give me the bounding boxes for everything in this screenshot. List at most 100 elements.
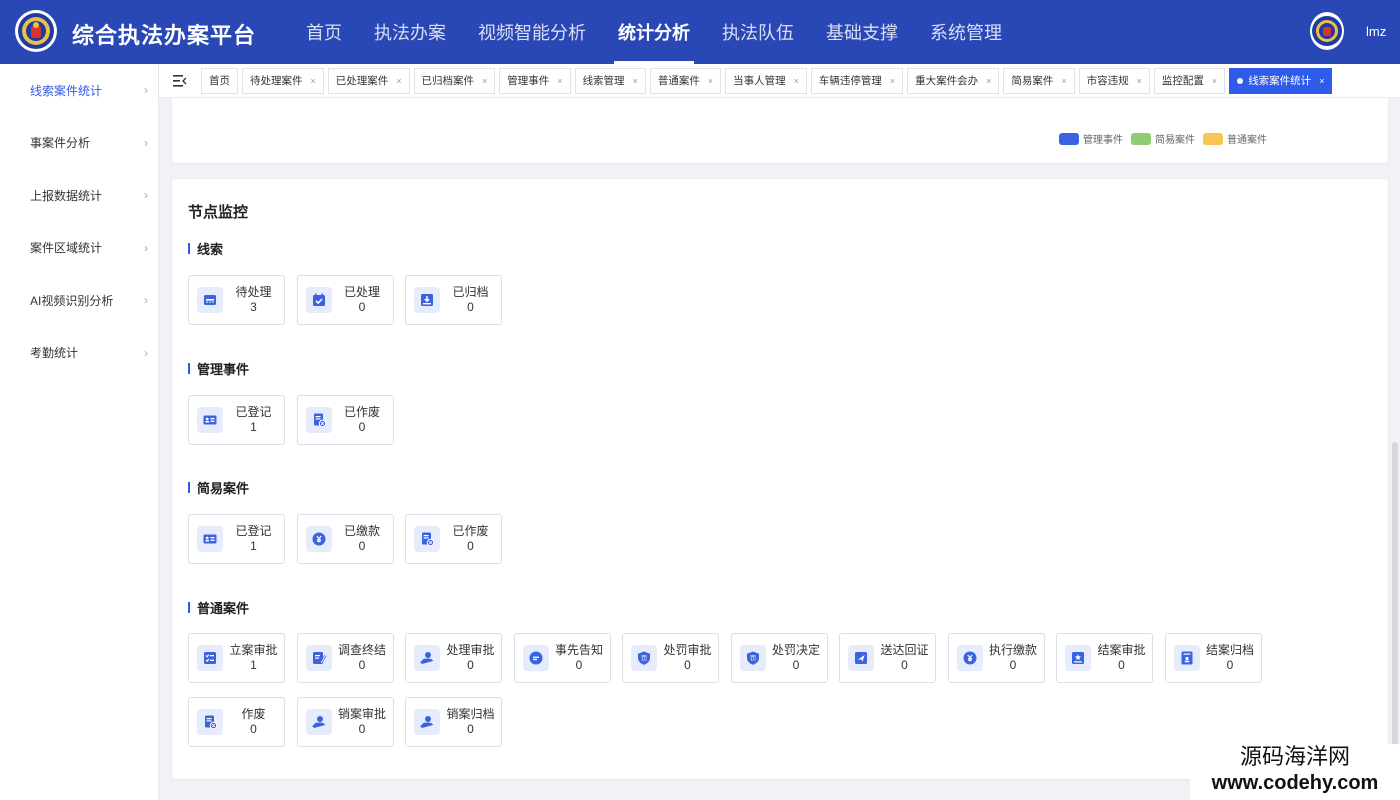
stat-value: 0 (467, 658, 474, 672)
close-icon[interactable]: × (890, 76, 895, 86)
stat-label: 作废 (241, 707, 266, 721)
active-dot-icon (1237, 77, 1244, 84)
legend-item[interactable]: 简易案件 (1131, 131, 1195, 146)
stat-card[interactable]: 已作废 0 (405, 514, 502, 564)
tab[interactable]: 已处理案件 × (327, 67, 410, 94)
nav-item[interactable]: 视频智能分析 (462, 0, 602, 64)
close-icon[interactable]: × (311, 76, 316, 86)
stat-card[interactable]: 立案审批 1 (188, 633, 285, 683)
stat-text: 事先告知 0 (549, 643, 610, 673)
stat-card[interactable]: 调查终结 0 (296, 633, 394, 683)
tab[interactable]: 简易案件 × (1003, 67, 1075, 94)
stat-label: 事先告知 (554, 643, 603, 657)
tab[interactable]: 市容违规 × (1078, 67, 1150, 94)
tab-label: 当事人管理 (733, 75, 786, 87)
stat-card[interactable]: 送达回证 0 (839, 633, 936, 683)
stat-text: 已作废 0 (440, 524, 501, 554)
tab[interactable]: 重大案件会办 × (907, 67, 1000, 94)
stat-card[interactable]: 处理审批 0 (405, 633, 502, 683)
legend-item[interactable]: 普通案件 (1203, 131, 1267, 146)
close-icon[interactable]: × (794, 76, 799, 86)
message-icon (522, 645, 549, 671)
stat-row: 已登记 1 已作废 0 (188, 395, 1288, 459)
nav-item[interactable]: 系统管理 (914, 0, 1018, 64)
stat-card[interactable]: 已缴款 0 (296, 514, 394, 564)
tab[interactable]: 已归档案件 × (413, 67, 496, 94)
page-scrollbar[interactable] (1392, 442, 1398, 790)
close-icon[interactable]: × (1212, 76, 1217, 86)
stat-card[interactable]: 已登记 1 (188, 514, 285, 564)
nav-item[interactable]: 执法队伍 (706, 0, 810, 64)
user-avatar[interactable] (1310, 12, 1344, 50)
tab[interactable]: 车辆违停管理 × (810, 67, 904, 94)
stat-row: 已登记 1 已缴款 0 已作废 0 (188, 514, 1288, 578)
payment-icon (956, 645, 983, 671)
stat-card[interactable]: 销案归档 0 (405, 697, 502, 747)
stat-card[interactable]: 已归档 0 (405, 275, 502, 325)
stat-card[interactable]: 结案归档 0 (1164, 633, 1262, 683)
stat-card[interactable]: 已处理 0 (296, 275, 394, 325)
menu-collapse-icon[interactable] (159, 74, 201, 87)
tab[interactable]: 线索案件统计 × (1229, 67, 1333, 94)
tab[interactable]: 监控配置 × (1153, 67, 1226, 94)
legend-label: 普通案件 (1227, 135, 1267, 146)
stat-label: 立案审批 (229, 643, 278, 657)
stat-card[interactable]: 待处理 3 (188, 275, 285, 325)
stat-value: 3 (250, 300, 257, 314)
node-monitor-card: 节点监控 线索 待处理 3 已处理 0 已归档 0 管理事件 已登记 1 已作废 0 简易案件 已登记 1 已… (172, 179, 1388, 779)
stat-card[interactable]: 罚 处罚审批 0 (622, 633, 719, 683)
tab[interactable]: 首页 (201, 67, 238, 94)
stat-text: 已作废 0 (332, 405, 393, 435)
close-icon[interactable]: × (1137, 76, 1142, 86)
stat-card[interactable]: 事先告知 0 (513, 633, 611, 683)
stat-card[interactable]: 已登记 1 (188, 395, 285, 445)
nav-item[interactable]: 执法办案 (358, 0, 462, 64)
sidebar-item[interactable]: 线索案件统计 › (0, 64, 158, 117)
legend-item[interactable]: 管理事件 (1059, 131, 1123, 146)
sidebar-item[interactable]: 考勤统计 › (0, 327, 158, 380)
stat-value: 0 (467, 300, 474, 314)
tab[interactable]: 线索管理 × (574, 67, 646, 94)
sidebar-item[interactable]: 上报数据统计 › (0, 169, 158, 222)
tab[interactable]: 管理事件 × (499, 67, 571, 94)
close-icon[interactable]: × (1061, 76, 1066, 86)
tab-label: 线索管理 (582, 75, 625, 87)
shield-penalty-icon: 罚 (631, 645, 657, 671)
sidebar-item[interactable]: 事案件分析 › (0, 117, 158, 170)
tab[interactable]: 普通案件 × (649, 67, 722, 94)
tab[interactable]: 待处理案件 × (242, 67, 324, 94)
tab[interactable]: 当事人管理 × (725, 67, 807, 94)
user-name[interactable]: lmz (1366, 24, 1386, 39)
stat-text: 处理审批 0 (440, 643, 501, 673)
close-icon[interactable]: × (708, 76, 713, 86)
close-icon[interactable]: × (633, 76, 638, 86)
stat-label: 已归档 (452, 285, 489, 299)
stat-text: 已登记 1 (223, 405, 284, 435)
stat-value: 0 (792, 658, 800, 672)
stat-card[interactable]: 执行缴款 0 (947, 633, 1045, 683)
user-approve-icon (414, 645, 440, 671)
close-icon[interactable]: × (1319, 76, 1324, 86)
nav-item[interactable]: 统计分析 (602, 0, 706, 64)
stat-card[interactable]: 作废 0 (188, 697, 285, 747)
close-icon[interactable]: × (986, 76, 991, 86)
stat-card[interactable]: 结案审批 0 (1056, 633, 1153, 683)
stat-card[interactable]: 罚 处罚决定 0 (730, 633, 828, 683)
nav-item[interactable]: 基础支撑 (810, 0, 914, 64)
stat-label: 已作废 (452, 524, 489, 538)
sidebar-item[interactable]: 案件区域统计 › (0, 222, 158, 275)
close-icon[interactable]: × (557, 76, 562, 86)
stat-value: 0 (1226, 658, 1234, 672)
sidebar-item[interactable]: AI视频识别分析 › (0, 274, 158, 327)
stat-value: 0 (901, 658, 908, 672)
main-nav: 首页 执法办案 视频智能分析 统计分析 执法队伍 基础支撑 系统管理 (290, 0, 1018, 64)
sidebar-item-label: 上报数据统计 (30, 188, 103, 203)
tab-label: 首页 (209, 75, 230, 87)
close-icon[interactable]: × (482, 76, 487, 86)
stat-card[interactable]: 已作废 0 (296, 395, 394, 445)
chart-card: 管理事件 简易案件 普通案件 (172, 98, 1388, 163)
legend-swatch (1131, 132, 1151, 145)
stat-card[interactable]: 销案审批 0 (296, 697, 394, 747)
close-icon[interactable]: × (396, 76, 401, 86)
nav-item[interactable]: 首页 (290, 0, 358, 64)
